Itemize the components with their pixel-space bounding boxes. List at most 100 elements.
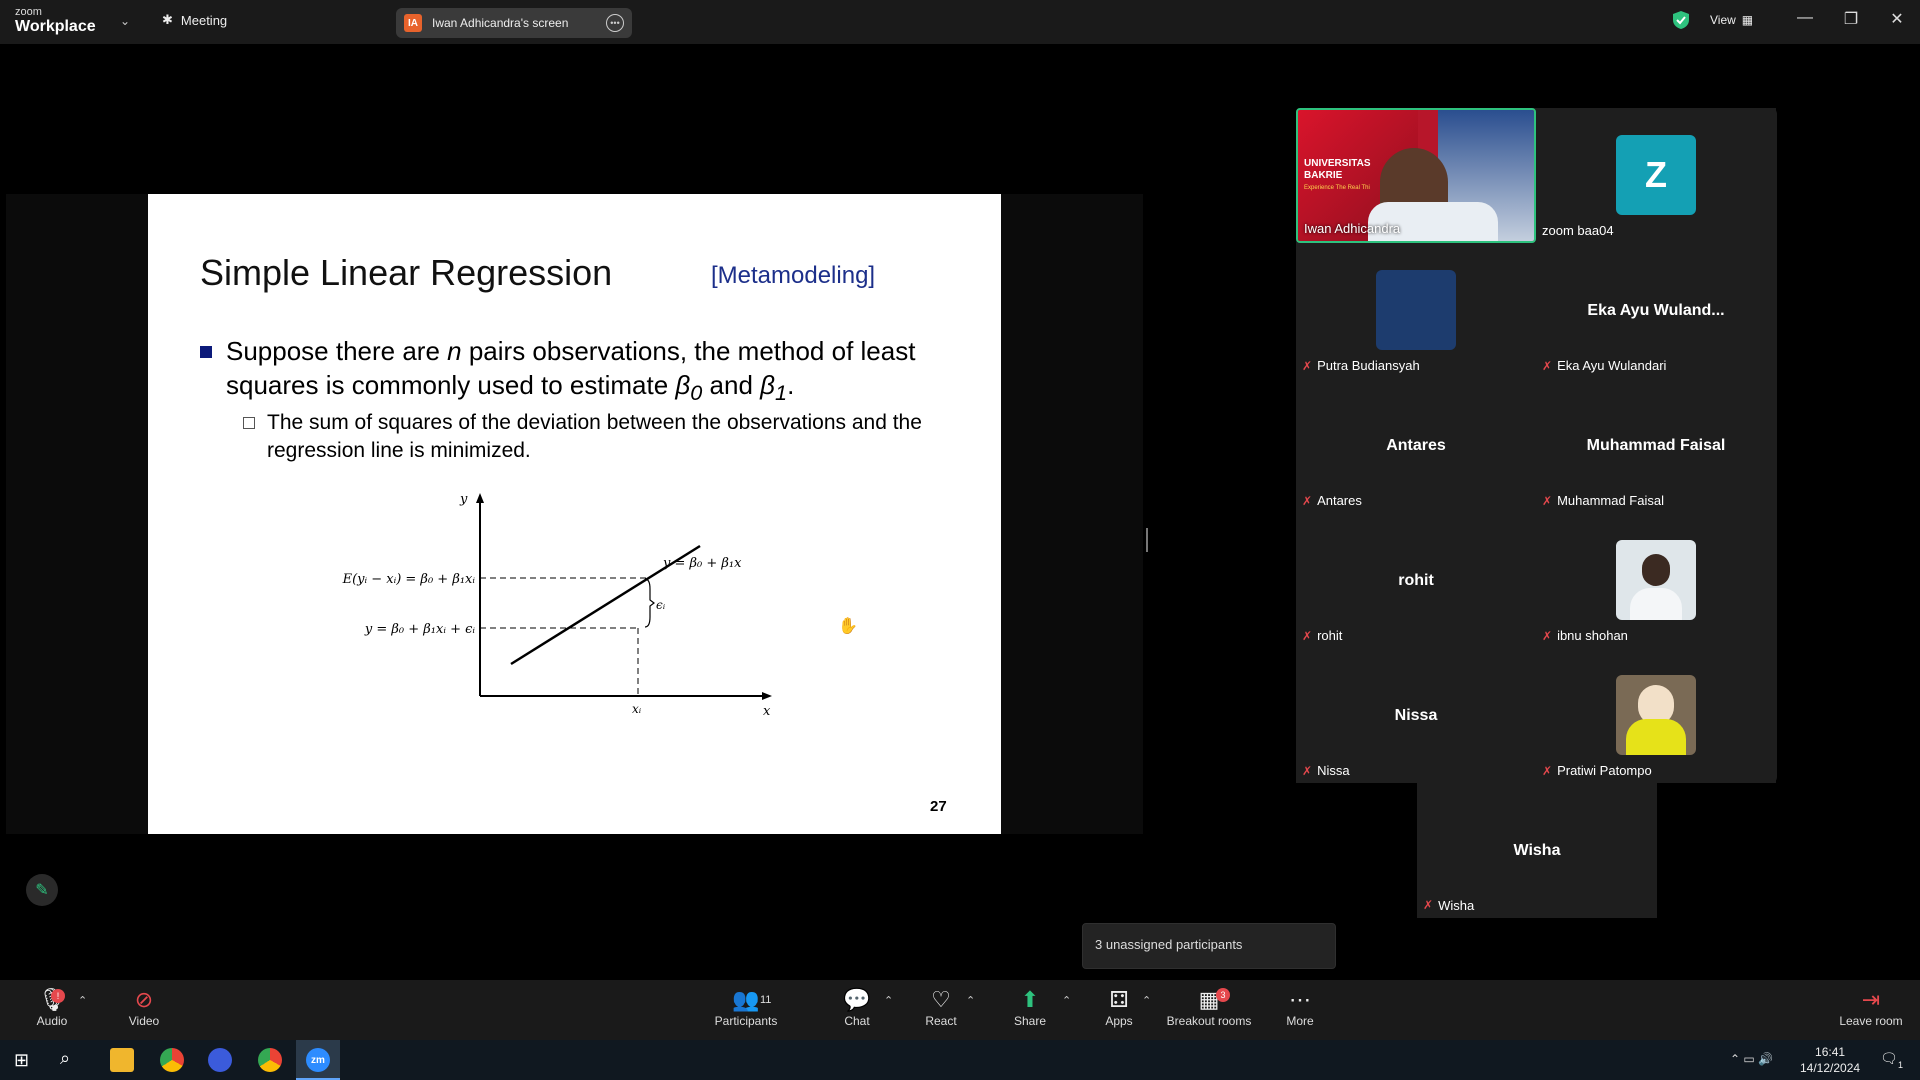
participants-count: 11 [760, 994, 772, 1006]
participant-name: ✗ Nissa [1302, 763, 1350, 778]
participant-name: zoom baa04 [1542, 223, 1614, 238]
clock-time: 16:41 [1815, 1045, 1846, 1059]
unassigned-participants-tooltip[interactable]: 3 unassigned participants [1082, 923, 1336, 969]
mic-muted-icon: ✗ [1542, 493, 1553, 508]
participant-tile-ibnu[interactable]: ✗ ibnu shohan [1536, 513, 1776, 648]
participant-tile-pratiwi[interactable]: ✗ Pratiwi Patompo [1536, 648, 1776, 783]
presenter-label: Iwan Adhicandra's screen [432, 16, 569, 30]
title-bar: zoom Workplace ⌄ ✱ Meeting IA Iwan Adhic… [0, 0, 1920, 44]
logo-bottom-text: Workplace [15, 18, 96, 35]
epsilon-label: ϵᵢ [656, 598, 666, 612]
participant-tile-rohit[interactable]: rohit ✗ rohit [1296, 513, 1536, 648]
participants-gallery: UNIVERSITAS BAKRIE Experience The Real T… [1296, 108, 1777, 783]
apps-caret-icon[interactable]: ⌃ [1142, 994, 1151, 1007]
audio-warning-badge: ! [51, 989, 65, 1003]
file-explorer-icon[interactable] [110, 1048, 134, 1072]
react-label: React [925, 1014, 957, 1028]
bullet-2-text: The sum of squares of the deviation betw… [267, 411, 922, 462]
windows-start-icon[interactable]: ⊞ [14, 1050, 29, 1071]
chat-caret-icon[interactable]: ⌃ [884, 994, 893, 1007]
mic-muted-icon: ✗ [1542, 763, 1553, 778]
leave-room-button[interactable]: ⇥ Leave room [1836, 987, 1906, 1029]
participant-tile-muhammad[interactable]: Muhammad Faisal ✗ Muhammad Faisal [1536, 378, 1776, 513]
chat-icon: 💬 [843, 987, 871, 1012]
view-button[interactable]: View ▦ [1710, 13, 1753, 27]
regression-line-label: y = β₀ + β₁x [662, 556, 742, 571]
share-caret-icon[interactable]: ⌃ [1062, 994, 1071, 1007]
mic-muted-icon: ✗ [1423, 898, 1434, 912]
resize-handle[interactable] [1146, 528, 1148, 552]
share-screen-pill[interactable]: IA Iwan Adhicandra's screen ••• [396, 8, 632, 38]
participant-tile-putra[interactable]: ✗ Putra Budiansyah [1296, 243, 1536, 378]
mic-muted-icon: ✗ [1302, 493, 1313, 508]
participant-tile-eka[interactable]: Eka Ayu Wuland... ✗ Eka Ayu Wulandari [1536, 243, 1776, 378]
bullet-square-icon [200, 346, 212, 358]
participant-tile-iwan[interactable]: UNIVERSITAS BAKRIE Experience The Real T… [1296, 108, 1536, 243]
participant-name: ✗ Muhammad Faisal [1542, 493, 1664, 508]
participant-name: ✗ rohit [1302, 628, 1343, 643]
system-tray-icons[interactable]: ⌃ ▭ 🔊 [1730, 1052, 1773, 1066]
participants-label: Participants [714, 1014, 778, 1028]
participant-name: ✗ Eka Ayu Wulandari [1542, 358, 1667, 373]
logo-top-text: zoom [15, 6, 42, 18]
meeting-info-button[interactable]: ✱ Meeting [162, 12, 227, 28]
close-icon[interactable]: ✕ [1882, 9, 1912, 29]
meeting-label: Meeting [180, 12, 228, 28]
chrome-icon[interactable] [160, 1048, 184, 1072]
presenter-avatar: IA [404, 14, 422, 32]
more-button[interactable]: ⋯ More [1283, 987, 1317, 1029]
leave-label: Leave room [1839, 1014, 1903, 1028]
avatar [1376, 270, 1456, 350]
notifications-icon[interactable]: 🗨 [1880, 1050, 1898, 1067]
meeting-icon: ✱ [162, 12, 173, 27]
x-axis-label: x [763, 704, 771, 719]
share-button[interactable]: ⬆ Share [1012, 988, 1048, 1029]
participant-name: Iwan Adhicandra [1304, 221, 1401, 236]
x-axis-arrow [762, 692, 772, 700]
participant-tile-antares[interactable]: Antares ✗ Antares [1296, 378, 1536, 513]
clock[interactable]: 16:41 14/12/2024 [1800, 1044, 1860, 1076]
search-icon[interactable]: ⌕ [60, 1048, 70, 1069]
xi-label: xᵢ [632, 702, 642, 716]
participant-name: ✗ ibnu shohan [1542, 628, 1628, 643]
leave-icon: ⇥ [1861, 987, 1881, 1012]
slide-tag: [Metamodeling] [711, 262, 876, 289]
chat-button[interactable]: 💬 Chat [840, 987, 874, 1029]
breakout-rooms-button[interactable]: ▦ Breakout rooms [1166, 987, 1252, 1029]
app-icon[interactable] [208, 1048, 232, 1072]
minimize-icon[interactable]: — [1790, 9, 1820, 27]
apps-button[interactable]: ⚃ Apps [1102, 988, 1136, 1029]
zoom-taskbar-item[interactable]: zm [296, 1040, 340, 1080]
mic-muted-icon: ✗ [1302, 628, 1313, 643]
notification-count: 1 [1898, 1060, 1904, 1070]
video-button[interactable]: ⊘ Video [126, 987, 162, 1029]
zoom-icon: zm [306, 1048, 330, 1072]
restore-icon[interactable]: ❐ [1836, 9, 1866, 29]
breakout-badge: 3 [1216, 988, 1230, 1002]
audio-caret-icon[interactable]: ⌃ [78, 994, 87, 1007]
chat-label: Chat [844, 1014, 870, 1028]
video-off-icon: ⊘ [134, 987, 154, 1012]
slide-page-number: 27 [930, 798, 947, 815]
react-caret-icon[interactable]: ⌃ [966, 994, 975, 1007]
security-shield-icon[interactable] [1672, 10, 1690, 30]
more-icon: ⋯ [1289, 987, 1311, 1012]
presentation-slide: Simple Linear Regression [Metamodeling] … [148, 194, 1001, 834]
participant-tile-zoom-baa04[interactable]: Z zoom baa04 [1536, 108, 1776, 243]
breakout-rooms-icon: ▦ [1198, 987, 1220, 1012]
apps-label: Apps [1105, 1014, 1133, 1028]
more-options-icon[interactable]: ••• [606, 14, 624, 32]
annotate-pen-icon[interactable]: ✎ [26, 874, 58, 906]
participant-tile-wisha[interactable]: Wisha ✗ Wisha [1417, 783, 1657, 918]
video-label: Video [128, 1014, 160, 1028]
y-axis-arrow [476, 493, 484, 503]
chrome-profile-icon[interactable] [258, 1048, 282, 1072]
avatar-photo [1616, 540, 1696, 620]
chevron-down-icon[interactable]: ⌄ [120, 14, 130, 28]
zoom-logo: zoom Workplace [15, 7, 96, 35]
participant-tile-nissa[interactable]: Nissa ✗ Nissa [1296, 648, 1536, 783]
mic-muted-icon: ✗ [1302, 358, 1313, 373]
react-button[interactable]: ♡ React [924, 988, 958, 1029]
slide-bullet-2: The sum of squares of the deviation betw… [243, 409, 943, 465]
participant-display-name: Muhammad Faisal [1586, 436, 1726, 454]
